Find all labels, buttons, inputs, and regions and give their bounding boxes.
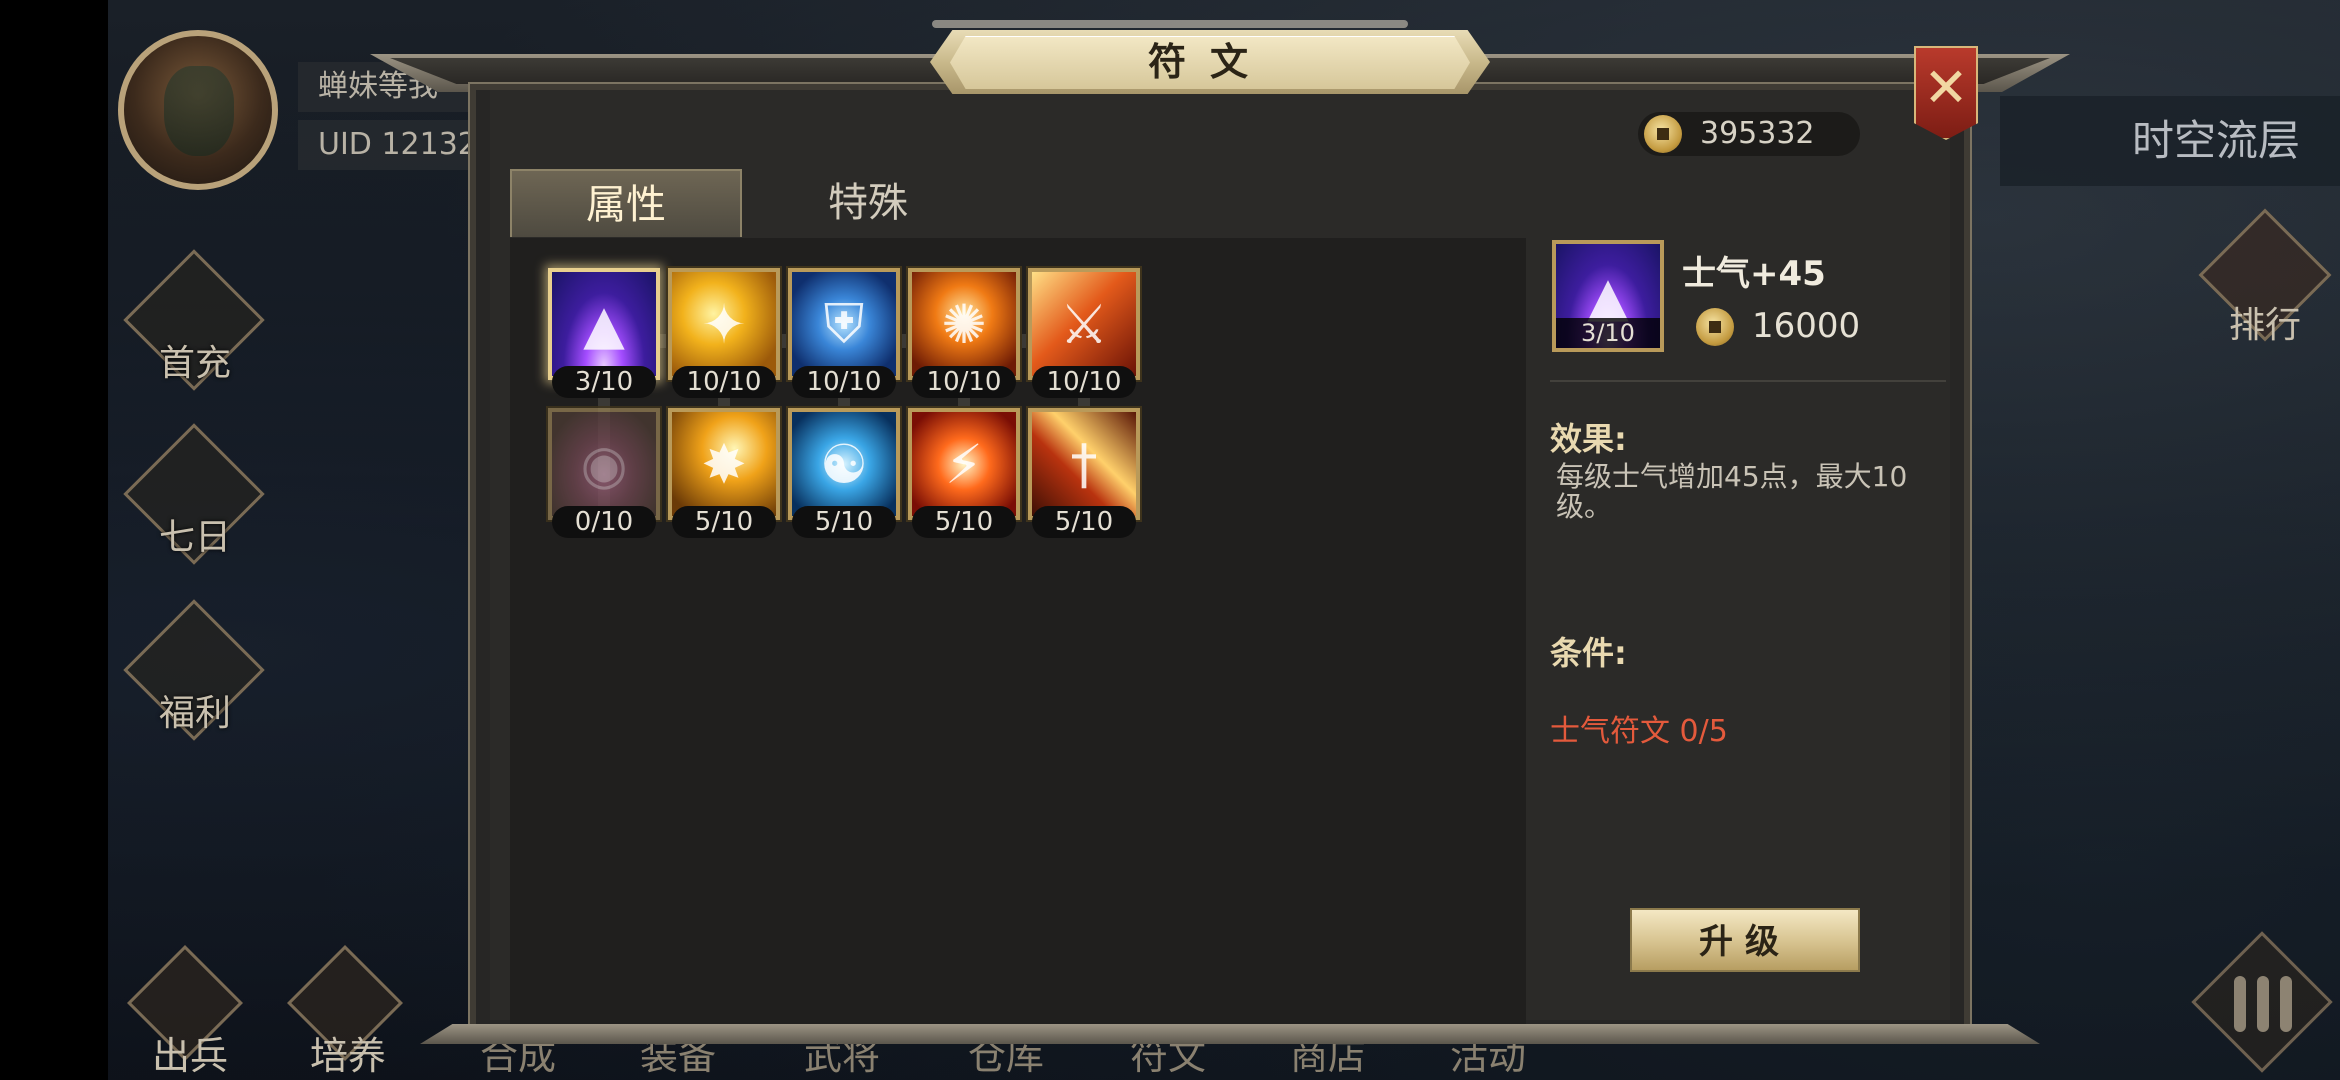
tab-attributes[interactable]: 属性 bbox=[510, 169, 742, 237]
more-menu-icon bbox=[2228, 972, 2298, 1032]
rune-level: 10/10 bbox=[1032, 366, 1136, 398]
lightning-burst-icon: ⚡ bbox=[945, 432, 983, 496]
detail-rune-name: 士气+45 bbox=[1682, 254, 1826, 294]
rune-flaming-blade[interactable]: † bbox=[1028, 408, 1140, 520]
nav-train[interactable]: 培养 bbox=[310, 1032, 386, 1080]
rune-dash[interactable]: ✦ bbox=[668, 268, 780, 380]
condition-text: 士气符文 0/5 bbox=[1550, 714, 1728, 749]
dialog-title: 符文 bbox=[1147, 39, 1272, 84]
fire-sword-icon: ⚔ bbox=[1059, 292, 1109, 356]
dialog-bottom-trim bbox=[420, 1024, 2040, 1044]
top-gesture-bar bbox=[932, 20, 1408, 28]
rune-lightning[interactable]: ⚡ bbox=[908, 408, 1020, 520]
condition-title: 条件: bbox=[1550, 634, 1627, 672]
upgrade-cost: 16000 bbox=[1752, 306, 1861, 346]
side-item-seven-day[interactable]: 七日 bbox=[123, 423, 265, 565]
rune-morale[interactable]: ▲ bbox=[548, 268, 660, 380]
rune-level: 10/10 bbox=[792, 366, 896, 398]
flaming-blade-icon: † bbox=[1070, 432, 1098, 496]
dash-attack-icon: ✦ bbox=[701, 292, 747, 356]
rune-combo[interactable]: ✸ bbox=[668, 408, 780, 520]
combo-strike-icon: ✸ bbox=[701, 432, 747, 496]
rune-level: 5/10 bbox=[672, 506, 776, 538]
ranking-button[interactable]: 排行 bbox=[2198, 208, 2332, 346]
side-item-first-recharge[interactable]: 首充 bbox=[123, 249, 265, 391]
purple-morale-icon: ▲ bbox=[583, 292, 625, 356]
effect-text: 每级士气增加45点，最大10级。 bbox=[1556, 460, 1908, 523]
coin-icon bbox=[1696, 308, 1734, 346]
side-item-welfare[interactable]: 福利 bbox=[123, 599, 265, 741]
upgrade-button[interactable]: 升级 bbox=[1630, 908, 1860, 972]
nav-deploy[interactable]: 出兵 bbox=[152, 1032, 228, 1080]
whirlwind-icon: ✺ bbox=[941, 292, 987, 356]
rune-locked[interactable]: ◉ bbox=[548, 408, 660, 520]
time-space-tag[interactable]: 时空流层 bbox=[2000, 96, 2340, 186]
locked-purple-icon: ◉ bbox=[580, 432, 628, 496]
close-icon[interactable]: ✕ bbox=[1914, 56, 1978, 120]
rune-whirlwind[interactable]: ✺ bbox=[908, 268, 1020, 380]
effect-title: 效果: bbox=[1550, 420, 1627, 458]
side-item-label: 七日 bbox=[158, 517, 231, 558]
rune-level: 5/10 bbox=[792, 506, 896, 538]
rune-energy[interactable]: ☯ bbox=[788, 408, 900, 520]
rune-level: 0/10 bbox=[552, 506, 656, 538]
rune-dialog: 符文 ✕ 395332 属性 特殊 ▲ 3/10 ✦ 10/10 ⛨ 10/10… bbox=[370, 30, 2070, 1036]
rune-level: 3/10 bbox=[552, 366, 656, 398]
side-item-label: 首充 bbox=[158, 343, 231, 384]
player-avatar[interactable] bbox=[118, 30, 278, 190]
screen-left-inset bbox=[0, 0, 108, 1080]
energy-body-icon: ☯ bbox=[819, 432, 869, 496]
shield-icon: ⛨ bbox=[823, 292, 865, 355]
side-item-label: 福利 bbox=[158, 693, 231, 734]
currency-value: 395332 bbox=[1700, 116, 1815, 151]
rune-shield[interactable]: ⛨ bbox=[788, 268, 900, 380]
coin-icon bbox=[1644, 115, 1682, 153]
ranking-label: 排行 bbox=[2228, 305, 2301, 346]
detail-rune-level: 3/10 bbox=[1556, 318, 1660, 348]
rune-level: 5/10 bbox=[1032, 506, 1136, 538]
rune-fire-sword[interactable]: ⚔ bbox=[1028, 268, 1140, 380]
rune-level: 10/10 bbox=[912, 366, 1016, 398]
tab-special[interactable]: 特殊 bbox=[752, 169, 984, 237]
rune-grid: ▲ 3/10 ✦ 10/10 ⛨ 10/10 ✺ 10/10 ⚔ 10/10 ◉… bbox=[510, 238, 1526, 1028]
rune-level: 10/10 bbox=[672, 366, 776, 398]
detail-divider bbox=[1550, 380, 1946, 382]
rune-level: 5/10 bbox=[912, 506, 1016, 538]
